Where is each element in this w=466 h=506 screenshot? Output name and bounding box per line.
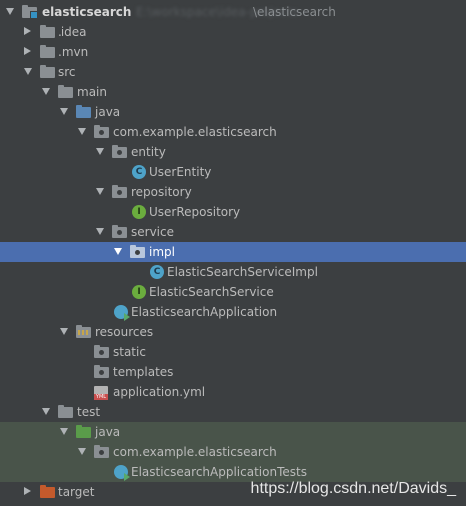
target-label: target (58, 485, 95, 499)
tree-row-user-entity[interactable]: C UserEntity (0, 162, 466, 182)
chevron-down-icon[interactable] (78, 448, 86, 455)
user-repository-label: UserRepository (149, 205, 241, 219)
class-icon: C (132, 165, 146, 179)
chevron-down-icon[interactable] (96, 148, 104, 155)
chevron-down-icon[interactable] (42, 88, 50, 95)
tree-row-service-interface[interactable]: I ElasticSearchService (0, 282, 466, 302)
tree-row-repository[interactable]: repository (0, 182, 466, 202)
tree-row-impl[interactable]: impl (0, 242, 466, 262)
impl-label: impl (149, 245, 175, 259)
spring-boot-class-icon (114, 305, 130, 321)
watermark: https://blog.csdn.net/Davids_ (250, 480, 456, 497)
chevron-right-icon[interactable] (24, 27, 31, 35)
interface-icon: I (132, 285, 146, 299)
tree-row-idea[interactable]: .idea (0, 22, 466, 42)
entity-label: entity (131, 145, 166, 159)
application-yml-label: application.yml (113, 385, 206, 399)
package-icon (94, 125, 109, 138)
package-test-label: com.example.elasticsearch (113, 445, 277, 459)
tree-row-main[interactable]: main (0, 82, 466, 102)
folder-icon (94, 345, 109, 358)
test-label: test (77, 405, 101, 419)
chevron-down-icon[interactable] (6, 8, 14, 15)
tree-row-templates[interactable]: templates (0, 362, 466, 382)
tree-row-application-yml[interactable]: YML application.yml (0, 382, 466, 402)
package-main-label: com.example.elasticsearch (113, 125, 277, 139)
package-icon (112, 185, 127, 198)
chevron-down-icon[interactable] (96, 228, 104, 235)
tree-row-test[interactable]: test (0, 402, 466, 422)
folder-icon (58, 405, 73, 418)
mvn-label: .mvn (58, 45, 89, 59)
tree-row-service-impl[interactable]: C ElasticSearchServiceImpl (0, 262, 466, 282)
java-main-label: java (95, 105, 121, 119)
tree-row-java-main[interactable]: java (0, 102, 466, 122)
application-tests-label: ElasticsearchApplicationTests (131, 465, 307, 479)
chevron-down-icon[interactable] (24, 68, 32, 75)
resources-label: resources (95, 325, 154, 339)
tree-row-mvn[interactable]: .mvn (0, 42, 466, 62)
root-path-suffix: \elasticsearch (253, 5, 336, 19)
tree-row-root[interactable]: elasticsearch E:\workspace\idea-projects… (0, 2, 466, 22)
chevron-down-icon[interactable] (60, 428, 68, 435)
tree-row-package-test[interactable]: com.example.elasticsearch (0, 442, 466, 462)
java-test-label: java (95, 425, 121, 439)
chevron-down-icon[interactable] (60, 108, 68, 115)
repository-label: repository (131, 185, 192, 199)
package-icon (94, 445, 109, 458)
service-label: service (131, 225, 174, 239)
test-class-icon (114, 465, 130, 481)
module-folder-icon (22, 5, 38, 19)
chevron-down-icon[interactable] (42, 408, 50, 415)
tree-row-static[interactable]: static (0, 342, 466, 362)
test-source-folder-icon (76, 425, 91, 438)
folder-icon (94, 365, 109, 378)
chevron-down-icon[interactable] (96, 188, 104, 195)
tree-row-resources[interactable]: resources (0, 322, 466, 342)
package-icon (130, 245, 145, 258)
chevron-right-icon[interactable] (24, 47, 31, 55)
package-icon (112, 225, 127, 238)
package-icon (112, 145, 127, 158)
tree-row-java-test[interactable]: java (0, 422, 466, 442)
tree-row-user-repository[interactable]: I UserRepository (0, 202, 466, 222)
service-interface-label: ElasticSearchService (149, 285, 274, 299)
tree-row-package-main[interactable]: com.example.elasticsearch (0, 122, 466, 142)
source-folder-icon (76, 105, 91, 118)
chevron-down-icon[interactable] (60, 328, 68, 335)
chevron-down-icon[interactable] (114, 248, 122, 255)
tree-row-application[interactable]: ElasticsearchApplication (0, 302, 466, 322)
src-label: src (58, 65, 76, 79)
tree-row-service[interactable]: service (0, 222, 466, 242)
idea-label: idea (60, 25, 87, 39)
main-label: main (77, 85, 107, 99)
folder-icon (40, 65, 55, 78)
root-label: elasticsearch (42, 5, 132, 19)
tree-row-entity[interactable]: entity (0, 142, 466, 162)
yml-file-icon: YML (94, 386, 108, 400)
user-entity-label: UserEntity (149, 165, 212, 179)
tree-row-src[interactable]: src (0, 62, 466, 82)
interface-icon: I (132, 205, 146, 219)
folder-icon (40, 25, 55, 38)
service-impl-label: ElasticSearchServiceImpl (167, 265, 318, 279)
chevron-down-icon[interactable] (78, 128, 86, 135)
chevron-right-icon[interactable] (24, 487, 31, 495)
application-label: ElasticsearchApplication (131, 305, 278, 319)
excluded-folder-icon (40, 485, 55, 498)
folder-icon (58, 85, 73, 98)
folder-icon (40, 45, 55, 58)
tree-row-application-tests[interactable]: ElasticsearchApplicationTests (0, 462, 466, 482)
static-label: static (113, 345, 146, 359)
templates-label: templates (113, 365, 174, 379)
class-icon: C (150, 265, 164, 279)
resources-folder-icon (76, 325, 91, 338)
project-tree: elasticsearch E:\workspace\idea-projects… (0, 2, 466, 502)
